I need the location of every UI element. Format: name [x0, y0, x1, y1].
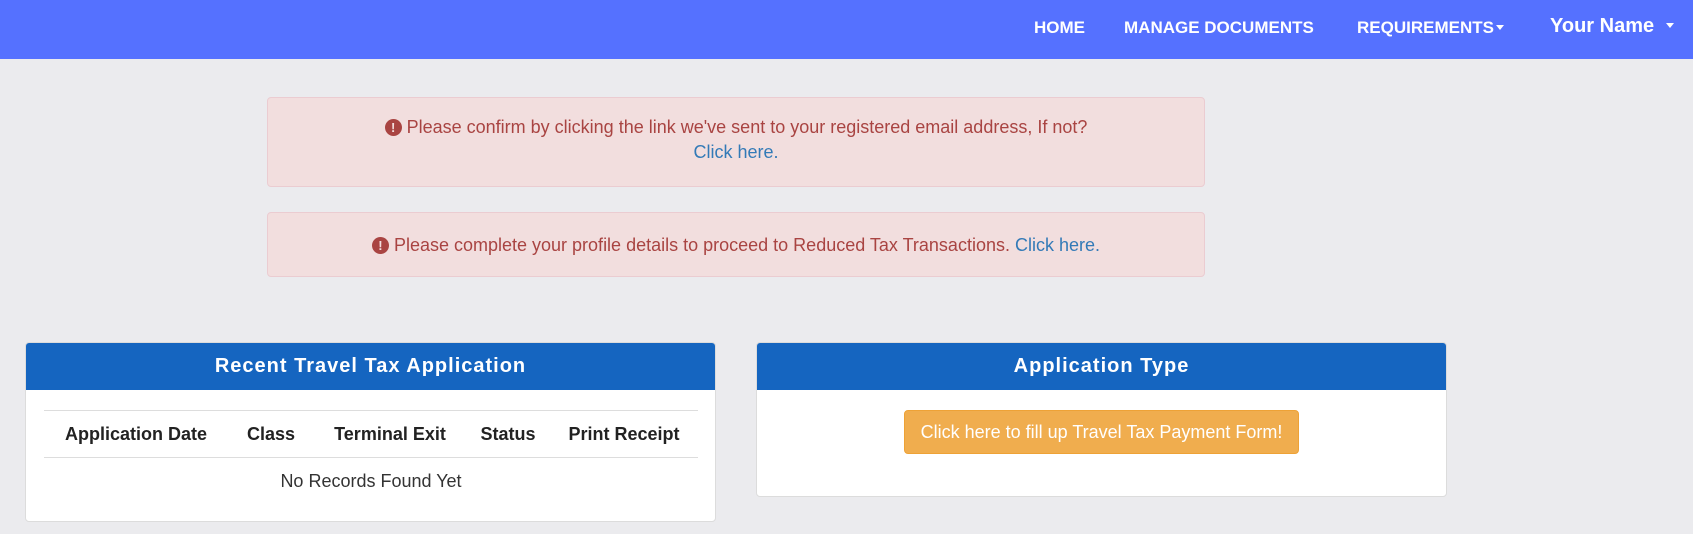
- recent-applications-panel: Recent Travel Tax Application Applicatio…: [25, 342, 716, 522]
- column-class: Class: [228, 410, 314, 458]
- application-type-actions: Click here to fill up Travel Tax Payment…: [757, 410, 1446, 454]
- nav-requirements-label: REQUIREMENTS: [1357, 18, 1494, 37]
- complete-profile-link[interactable]: Click here: [1015, 235, 1095, 255]
- exclamation-circle-icon: !: [384, 119, 402, 136]
- email-confirm-message: Please confirm by clicking the link we'v…: [406, 117, 1088, 137]
- profile-complete-suffix: .: [1095, 235, 1101, 255]
- resend-email-link[interactable]: Click here: [693, 142, 773, 162]
- user-name: Your Name: [1550, 15, 1655, 37]
- email-confirm-suffix: .: [773, 142, 779, 162]
- nav-manage-documents[interactable]: MANAGE DOCUMENTS: [1124, 0, 1314, 56]
- top-navbar: HOME MANAGE DOCUMENTS REQUIREMENTS Your …: [0, 0, 1693, 59]
- recent-applications-title: Recent Travel Tax Application: [26, 343, 715, 390]
- profile-complete-alert: ! Please complete your profile details to…: [267, 212, 1205, 277]
- nav-requirements[interactable]: REQUIREMENTS: [1357, 0, 1504, 56]
- column-print-receipt: Print Receipt: [550, 410, 698, 458]
- table-row: No Records Found Yet: [44, 458, 698, 505]
- email-confirm-alert: ! Please confirm by clicking the link we'…: [267, 97, 1205, 187]
- exclamation-circle-icon: !: [371, 237, 389, 254]
- user-menu[interactable]: Your Name: [1550, 0, 1675, 56]
- table-header-row: Application Date Class Terminal Exit Sta…: [44, 410, 698, 458]
- recent-applications-table: Application Date Class Terminal Exit Sta…: [44, 410, 698, 505]
- application-type-title: Application Type: [757, 343, 1446, 390]
- chevron-down-icon: [1495, 25, 1504, 31]
- empty-records-message: No Records Found Yet: [280, 470, 462, 491]
- chevron-down-icon: [1666, 23, 1675, 29]
- nav-home[interactable]: HOME: [1034, 0, 1085, 56]
- profile-complete-message: Please complete your profile details to …: [393, 235, 1010, 255]
- email-confirm-line: ! Please confirm by clicking the link we'…: [268, 115, 1204, 140]
- email-confirm-link-line: Click here.: [268, 140, 1204, 165]
- column-status: Status: [466, 410, 550, 458]
- travel-tax-payment-form-button[interactable]: Click here to fill up Travel Tax Payment…: [903, 410, 1300, 454]
- application-type-panel: Application Type Click here to fill up T…: [756, 342, 1447, 497]
- column-terminal-exit: Terminal Exit: [314, 410, 466, 458]
- column-application-date: Application Date: [44, 410, 228, 458]
